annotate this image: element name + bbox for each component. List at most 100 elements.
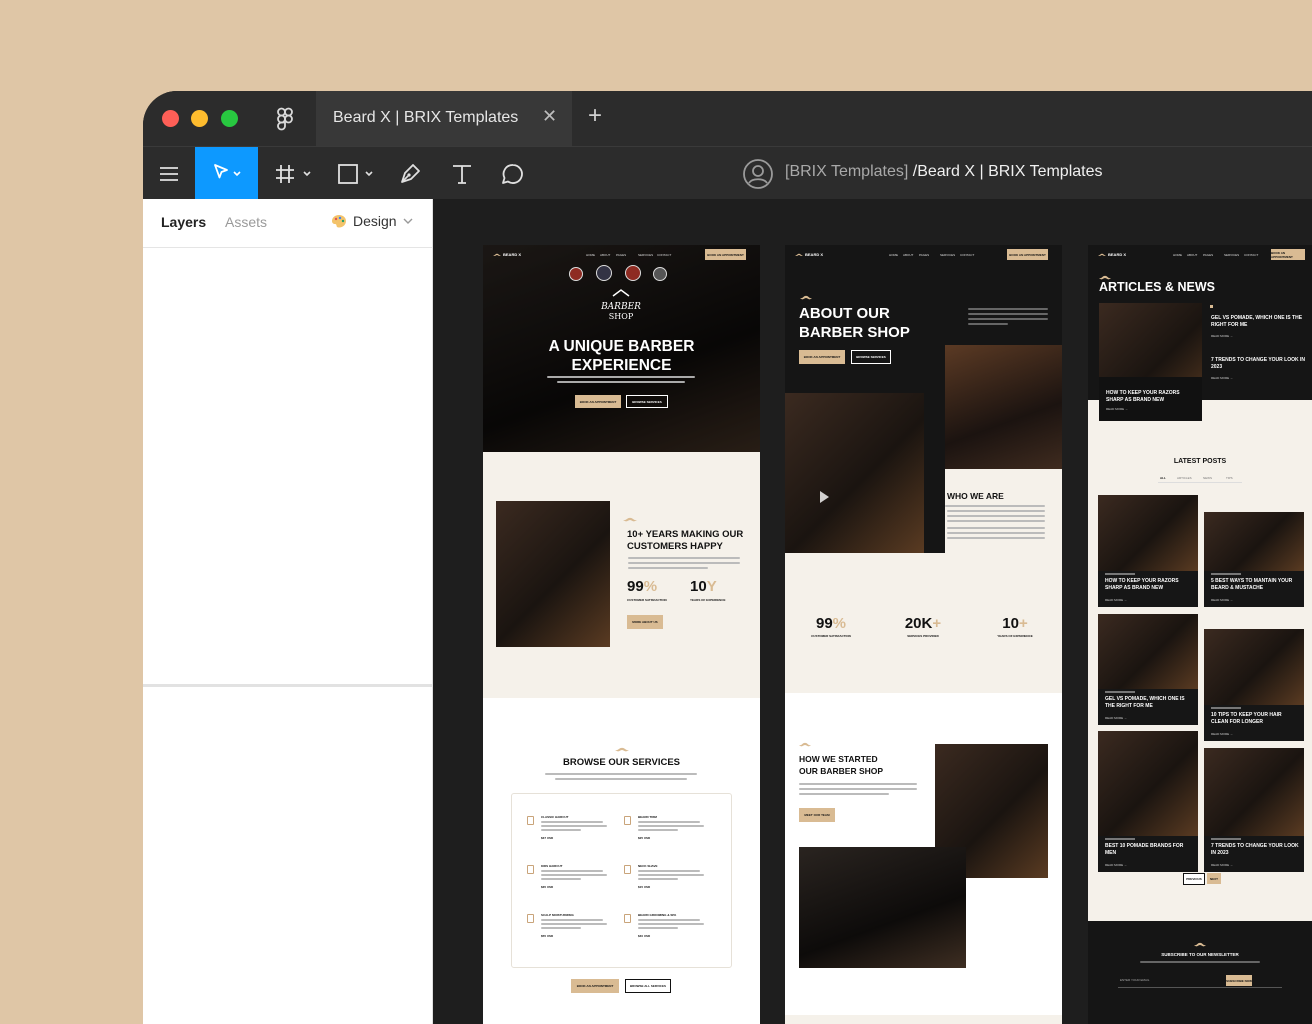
service-item[interactable]: CLASSIC HAIRCUT $37 USD <box>527 815 617 855</box>
hero-book-button[interactable]: BOOK AN APPOINTMENT <box>575 395 621 408</box>
nav-pages[interactable]: PAGES <box>919 253 929 257</box>
hero-text <box>547 376 695 378</box>
brand-logo[interactable]: BEARD X <box>1098 252 1126 257</box>
nav-about[interactable]: ABOUT <box>903 253 913 257</box>
nav-home[interactable]: HOME <box>586 253 595 257</box>
toolbar: [BRIX Templates] /Beard X | BRIX Templat… <box>143 146 1312 200</box>
more-about-button[interactable]: MORE ABOUT US <box>627 615 663 629</box>
nav-pages[interactable]: PAGES <box>1203 253 1213 257</box>
nav-home[interactable]: HOME <box>1173 253 1182 257</box>
move-tool-button[interactable] <box>195 147 258 200</box>
post-image <box>1098 731 1198 836</box>
layers-tab[interactable]: Layers <box>161 214 206 230</box>
read-more-link[interactable]: READ MORE → <box>1211 863 1233 867</box>
service-item[interactable]: BEARD TRIM $25 USD <box>624 815 714 855</box>
read-more-link[interactable]: READ MORE → <box>1211 598 1233 602</box>
main-menu-button[interactable] <box>153 147 185 200</box>
post-card[interactable]: 10 TIPS TO KEEP YOUR HAIR CLEAN FOR LONG… <box>1204 629 1304 741</box>
blog-page-frame[interactable]: BEARD X HOME ABOUT PAGES SERVICES CONTAC… <box>1088 245 1312 1024</box>
nav-cta-button[interactable]: BOOK AN APPOINTMENT <box>1271 249 1305 260</box>
read-more-link[interactable]: READ MORE → <box>1106 407 1128 411</box>
read-more-link[interactable]: READ MORE → <box>1211 376 1233 380</box>
nav-services[interactable]: SERVICES <box>638 253 653 257</box>
minimize-window-button[interactable] <box>191 110 208 127</box>
newsletter-email-input[interactable]: ENTER YOUR EMAIL <box>1118 975 1282 988</box>
post-card[interactable]: BEST 10 POMADE BRANDS FOR MEN READ MORE → <box>1098 731 1198 872</box>
assets-tab[interactable]: Assets <box>225 214 267 230</box>
filter-news[interactable]: NEWS <box>1203 476 1212 480</box>
design-tab[interactable]: Design <box>331 213 413 229</box>
read-more-link[interactable]: READ MORE → <box>1105 598 1127 602</box>
frame-tool-button[interactable] <box>271 147 316 200</box>
post-card[interactable]: HOW TO KEEP YOUR RAZORS SHARP AS BRAND N… <box>1098 495 1198 607</box>
read-more-link[interactable]: READ MORE → <box>1211 732 1233 736</box>
figma-logo-icon[interactable] <box>276 107 294 136</box>
about-browse-button[interactable]: BROWSE SERVICES <box>851 350 891 364</box>
pen-tool-button[interactable] <box>395 147 425 200</box>
home-page-frame[interactable]: BEARD X HOME ABOUT PAGES SERVICES CONTAC… <box>483 245 760 1024</box>
panel-divider[interactable] <box>143 684 432 687</box>
hero-services-button[interactable]: BROWSE SERVICES <box>626 395 668 408</box>
barber-image <box>496 501 610 647</box>
avatar-icon[interactable] <box>742 158 774 195</box>
stat-satisfaction-value: 99% <box>627 578 657 595</box>
comment-icon <box>502 163 523 184</box>
nav-services[interactable]: SERVICES <box>940 253 955 257</box>
canvas[interactable]: BEARD X HOME ABOUT PAGES SERVICES CONTAC… <box>433 199 1312 1024</box>
comment-tool-button[interactable] <box>498 147 528 200</box>
nav-contact[interactable]: CONTACT <box>960 253 974 257</box>
pagination-next[interactable]: NEXT <box>1207 873 1221 884</box>
service-item[interactable]: KIDS HAIRCUT $35 USD <box>527 864 617 904</box>
about-book-button[interactable]: BOOK AN APPOINTMENT <box>799 350 845 364</box>
read-more-link[interactable]: READ MORE → <box>1105 863 1127 867</box>
filter-tips[interactable]: TIPS <box>1226 476 1233 480</box>
close-tab-icon[interactable]: ✕ <box>542 106 557 127</box>
text-tool-button[interactable] <box>448 147 476 200</box>
nav-pages[interactable]: PAGES <box>616 253 626 257</box>
pagination-previous[interactable]: PREVIOUS <box>1183 873 1205 885</box>
hero-title: A UNIQUE BARBER EXPERIENCE <box>483 337 760 375</box>
text-icon <box>453 164 471 184</box>
service-item[interactable]: SCALP MOISTURIZING $55 USD <box>527 913 617 953</box>
read-more-link[interactable]: READ MORE → <box>1211 334 1233 338</box>
maximize-window-button[interactable] <box>221 110 238 127</box>
close-window-button[interactable] <box>162 110 179 127</box>
play-icon[interactable] <box>820 491 829 503</box>
read-more-link[interactable]: READ MORE → <box>1105 716 1127 720</box>
about-page-frame[interactable]: BEARD X HOME ABOUT PAGES SERVICES CONTAC… <box>785 245 1062 1024</box>
new-tab-button[interactable]: + <box>588 102 602 130</box>
service-name: NECK SHAVE <box>638 864 658 868</box>
nav-services[interactable]: SERVICES <box>1224 253 1239 257</box>
document-tab[interactable]: Beard X | BRIX Templates ✕ <box>316 91 572 146</box>
post-card[interactable]: 7 TRENDS TO CHANGE YOUR LOOK IN 2023 READ… <box>1204 748 1304 872</box>
rectangle-icon <box>337 163 373 184</box>
service-item[interactable]: BEARD GROOMING & SPA $40 USD <box>624 913 714 953</box>
post-card[interactable]: GEL VS POMADE, WHICH ONE IS THE RIGHT FO… <box>1098 614 1198 725</box>
post-title: GEL VS POMADE, WHICH ONE IS THE RIGHT FO… <box>1105 696 1185 709</box>
services-book-button[interactable]: BOOK AN APPOINTMENT <box>571 979 619 993</box>
featured-post-title[interactable]: HOW TO KEEP YOUR RAZORS SHARP AS BRAND N… <box>1106 390 1198 403</box>
nav-home[interactable]: HOME <box>889 253 898 257</box>
stats-row: 99% CUSTOMER SATISFACTION 20K+ SERVICES … <box>785 615 1062 675</box>
about-text <box>628 557 740 559</box>
brand-logo[interactable]: BEARD X <box>493 252 521 257</box>
service-item[interactable]: NECK SHAVE $15 USD <box>624 864 714 904</box>
nav-cta-button[interactable]: BOOK AN APPOINTMENT <box>1007 249 1048 260</box>
featured-post-title[interactable]: GEL VS POMADE, WHICH ONE IS THE RIGHT FO… <box>1211 315 1309 328</box>
post-card[interactable]: 5 BEST WAYS TO MANTAIN YOUR BEARD & MUST… <box>1204 512 1304 607</box>
file-title[interactable]: [BRIX Templates] /Beard X | BRIX Templat… <box>785 163 1102 181</box>
featured-post-title[interactable]: 7 TRENDS TO CHANGE YOUR LOOK IN 2023 <box>1211 357 1309 370</box>
brand-logo[interactable]: BEARD X <box>795 252 823 257</box>
nav-contact[interactable]: CONTACT <box>657 253 671 257</box>
who-text <box>947 532 1045 534</box>
nav-cta-button[interactable]: BOOK AN APPOINTMENT <box>705 249 746 260</box>
newsletter-subscribe-button[interactable]: SUBSCRIBE NOW <box>1226 975 1252 986</box>
filter-all[interactable]: ALL <box>1160 476 1166 480</box>
browse-all-services-button[interactable]: BROWSE ALL SERVICES <box>625 979 671 993</box>
nav-about[interactable]: ABOUT <box>600 253 610 257</box>
nav-contact[interactable]: CONTACT <box>1244 253 1258 257</box>
filter-articles[interactable]: ARTICLES <box>1177 476 1192 480</box>
meet-team-button[interactable]: MEET OUR TEAM <box>799 808 835 822</box>
nav-about[interactable]: ABOUT <box>1187 253 1197 257</box>
shape-tool-button[interactable] <box>333 147 378 200</box>
